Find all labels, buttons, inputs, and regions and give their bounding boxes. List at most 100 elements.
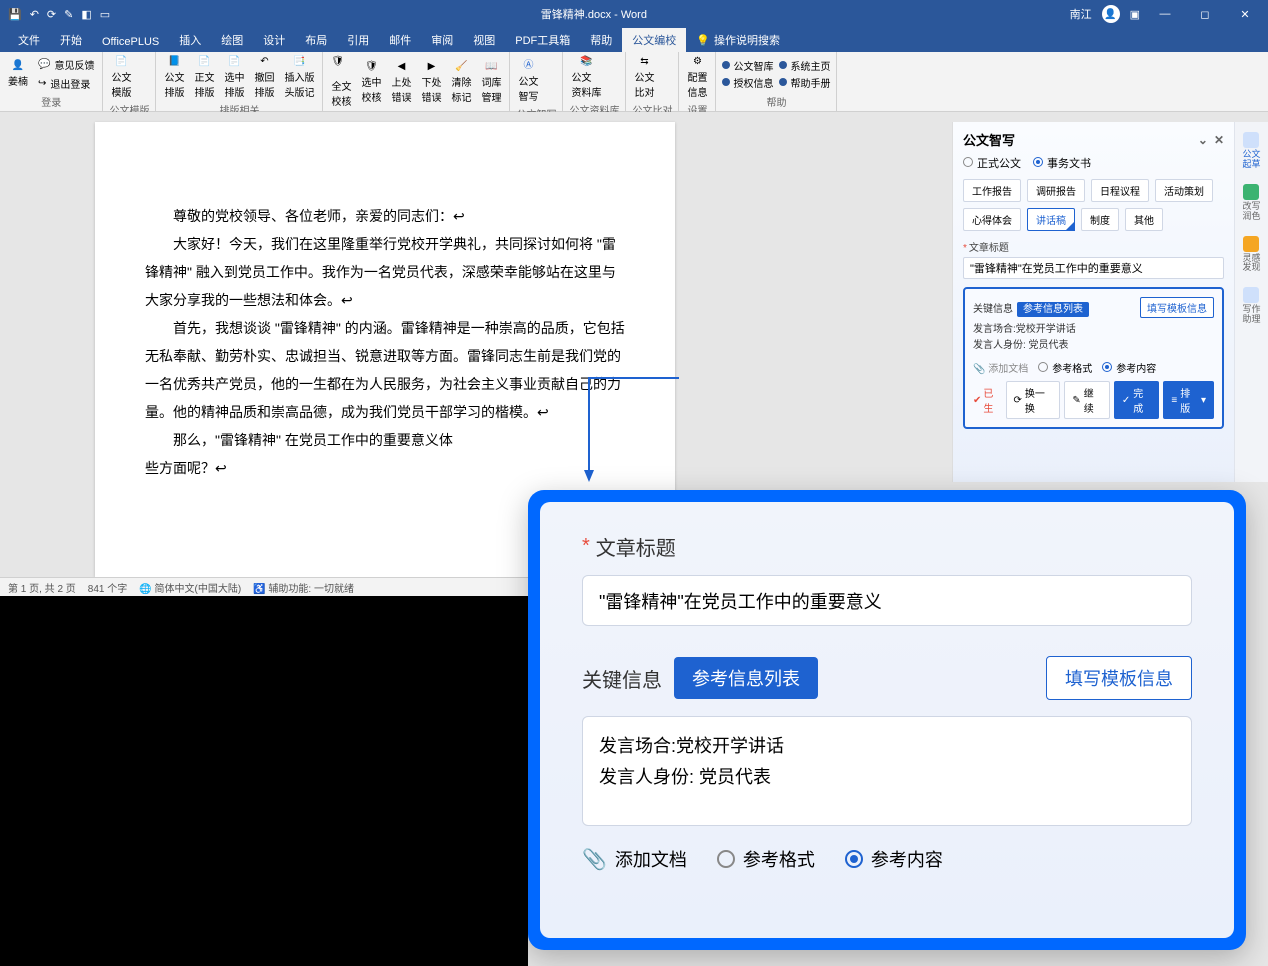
- zoom-ref-format-option[interactable]: 参考格式: [717, 846, 815, 872]
- dot-icon: [779, 61, 787, 69]
- tag-policy[interactable]: 制度: [1081, 208, 1119, 231]
- maximize-button[interactable]: ◻: [1190, 8, 1220, 21]
- paragraph: 尊敬的党校领导、各位老师，亲爱的同志们：↩: [145, 202, 625, 230]
- check-btn-0[interactable]: 🛡全文 校核: [329, 54, 353, 110]
- layout-dropdown-button[interactable]: ≡ 排版 ▾: [1163, 381, 1214, 419]
- zoom-ref-list-chip[interactable]: 参考信息列表: [674, 657, 818, 699]
- qa-icon-3[interactable]: ▭: [100, 8, 110, 21]
- redo-icon[interactable]: ⟳: [47, 8, 56, 21]
- clear-icon: 🧹: [455, 61, 467, 72]
- check-btn-4[interactable]: 🧹清除 标记: [449, 59, 473, 106]
- layout-btn-1[interactable]: 📄正文 排版: [192, 54, 216, 101]
- accessibility-status[interactable]: ♿ 辅助功能: 一切就绪: [253, 580, 354, 595]
- side-tab-draft[interactable]: 公文 起草: [1240, 128, 1262, 174]
- gear-icon: ⚙: [693, 56, 702, 67]
- admin-item-0[interactable]: 公文智库: [722, 58, 773, 73]
- tag-other[interactable]: 其他: [1125, 208, 1163, 231]
- template-button[interactable]: 📄公文 模版: [109, 54, 133, 101]
- ref-list-chip[interactable]: 参考信息列表: [1017, 302, 1089, 317]
- user-avatar-icon[interactable]: 👤: [1102, 5, 1120, 23]
- admin-item-3[interactable]: 帮助手册: [779, 75, 830, 90]
- side-tab-inspire[interactable]: 灵感 发现: [1240, 232, 1262, 278]
- page-status[interactable]: 第 1 页, 共 2 页: [8, 580, 76, 595]
- menu-tab-officeplus[interactable]: OfficePLUS: [92, 32, 169, 52]
- zoom-title-input[interactable]: [582, 575, 1192, 626]
- library-button[interactable]: 📚公文 资料库: [569, 54, 603, 101]
- menu-tab-file[interactable]: 文件: [8, 28, 50, 52]
- ref-format-option[interactable]: 参考格式: [1038, 360, 1092, 375]
- menu-tab-review[interactable]: 审阅: [421, 28, 463, 52]
- user-name-label: 南江: [1070, 6, 1092, 22]
- word-count[interactable]: 841 个字: [88, 580, 127, 595]
- panel-close-icon[interactable]: ✕: [1214, 133, 1224, 147]
- complete-button[interactable]: ✓ 完成: [1114, 381, 1159, 419]
- menu-tab-help[interactable]: 帮助: [580, 28, 622, 52]
- ref-content-option[interactable]: 参考内容: [1102, 360, 1156, 375]
- side-tab-rewrite[interactable]: 改写 润色: [1240, 180, 1262, 226]
- check-btn-1[interactable]: 🛡选中 校核: [359, 59, 383, 106]
- user-name: 姜楠: [8, 73, 28, 88]
- zoom-attach-button[interactable]: 📎添加文档: [582, 846, 687, 872]
- dot-icon: [722, 78, 730, 86]
- user-profile-button[interactable]: 👤 姜楠: [6, 58, 30, 90]
- tag-research[interactable]: 调研报告: [1027, 179, 1085, 202]
- layout-btn-3[interactable]: ↶撤回 排版: [252, 54, 276, 101]
- doc-type-business[interactable]: 事务文书: [1033, 155, 1091, 171]
- panel-collapse-icon[interactable]: ⌄: [1198, 133, 1208, 147]
- config-button[interactable]: ⚙配置 信息: [685, 54, 709, 101]
- menu-tab-view[interactable]: 视图: [463, 28, 505, 52]
- menu-tab-gwbj[interactable]: 公文编校: [622, 28, 686, 52]
- ai-write-button[interactable]: Ⓐ公文 智写: [516, 54, 540, 105]
- feedback-button[interactable]: 💬意见反馈: [36, 56, 96, 73]
- close-button[interactable]: ✕: [1230, 8, 1260, 21]
- layout-btn-4[interactable]: 📑插入版 头版记: [282, 54, 316, 101]
- logout-button[interactable]: ↪退出登录: [36, 75, 96, 92]
- check-btn-2[interactable]: ◀上处 错误: [389, 59, 413, 106]
- zoom-ref-content-option[interactable]: 参考内容: [845, 846, 943, 872]
- menu-tab-home[interactable]: 开始: [50, 28, 92, 52]
- check-btn-5[interactable]: 📖词库 管理: [479, 59, 503, 106]
- qa-icon-1[interactable]: ✎: [64, 8, 73, 21]
- ribbon-mode-icon[interactable]: ▣: [1130, 8, 1140, 21]
- tag-event[interactable]: 活动策划: [1155, 179, 1213, 202]
- layout-btn-0[interactable]: 📘公文 排版: [162, 54, 186, 101]
- zoom-info-textbox[interactable]: 发言场合:党校开学讲话 发言人身份: 党员代表: [582, 716, 1192, 826]
- tag-speech[interactable]: 讲话稿: [1027, 208, 1075, 231]
- save-icon[interactable]: 💾: [8, 8, 22, 21]
- zoom-fill-template-button[interactable]: 填写模板信息: [1046, 656, 1192, 700]
- undo-icon[interactable]: ↶: [30, 8, 39, 21]
- menu-tab-pdf[interactable]: PDF工具箱: [505, 28, 580, 52]
- qa-icon-2[interactable]: ◧: [81, 8, 91, 21]
- tell-me-search[interactable]: 💡 操作说明搜索: [686, 28, 790, 52]
- tag-work-report[interactable]: 工作报告: [963, 179, 1021, 202]
- chat-icon: 💬: [38, 59, 50, 70]
- minimize-button[interactable]: —: [1150, 8, 1180, 20]
- menu-tab-draw[interactable]: 绘图: [211, 28, 253, 52]
- tag-reflection[interactable]: 心得体会: [963, 208, 1021, 231]
- check-btn-3[interactable]: ▶下处 错误: [419, 59, 443, 106]
- admin-item-2[interactable]: 系统主页: [779, 58, 830, 73]
- regenerate-button[interactable]: ⟳ 换一换: [1006, 381, 1061, 419]
- compare-icon: ⇆: [640, 56, 648, 67]
- side-tab-assistant[interactable]: 写作 助理: [1240, 283, 1262, 329]
- logout-icon: ↪: [38, 78, 46, 89]
- paragraph: 首先，我想谈谈 "雷锋精神" 的内涵。雷锋精神是一种崇高的品质，它包括无私奉献、…: [145, 314, 625, 426]
- paperclip-icon[interactable]: 📎 添加文档: [973, 360, 1028, 375]
- next-icon: ▶: [428, 61, 436, 72]
- doc-type-formal[interactable]: 正式公文: [963, 155, 1021, 171]
- admin-item-1[interactable]: 授权信息: [722, 75, 773, 90]
- language-status[interactable]: 🌐 简体中文(中国大陆): [139, 580, 241, 595]
- menu-tab-mailings[interactable]: 邮件: [379, 28, 421, 52]
- fill-template-button[interactable]: 填写模板信息: [1140, 297, 1214, 318]
- continue-button[interactable]: ✎ 继续: [1064, 381, 1109, 419]
- dot-icon: [779, 78, 787, 86]
- menu-tab-layout[interactable]: 布局: [295, 28, 337, 52]
- tag-agenda[interactable]: 日程议程: [1091, 179, 1149, 202]
- menu-tab-references[interactable]: 引用: [337, 28, 379, 52]
- menu-tab-design[interactable]: 设计: [253, 28, 295, 52]
- article-title-input[interactable]: [963, 257, 1224, 279]
- layout-btn-2[interactable]: 📄选中 排版: [222, 54, 246, 101]
- key-info-card: 关键信息参考信息列表 填写模板信息 发言场合:党校开学讲话 发言人身份: 党员代…: [963, 287, 1224, 429]
- menu-tab-insert[interactable]: 插入: [169, 28, 211, 52]
- compare-button[interactable]: ⇆公文 比对: [632, 54, 656, 101]
